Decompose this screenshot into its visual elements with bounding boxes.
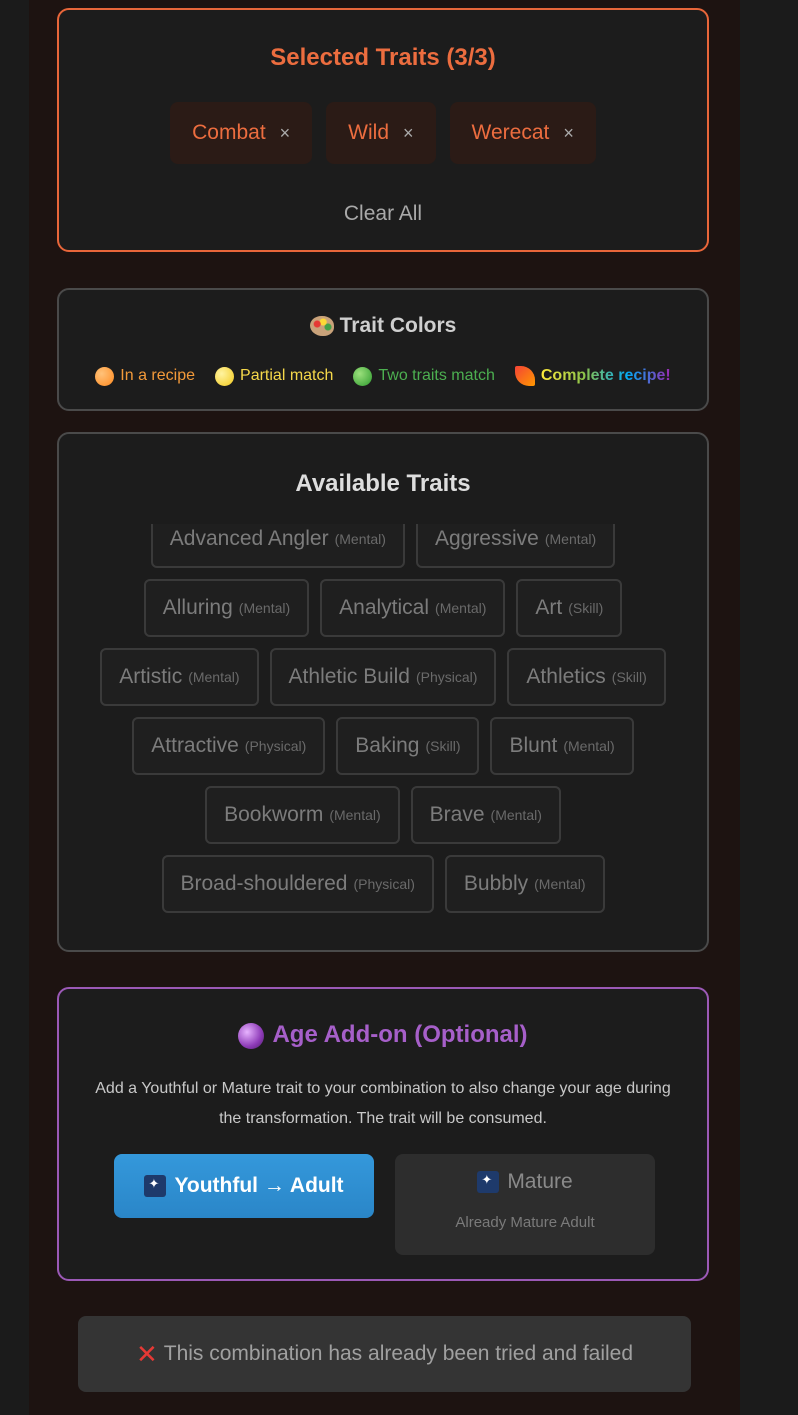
chip-label: Wild [348,121,390,144]
trait-category: (Mental) [188,669,240,685]
chip-label: Combat [192,121,266,144]
selected-chips: Combat × Wild × Werecat × [59,102,707,164]
legend-row: In a recipe Partial match Two traits mat… [59,366,707,386]
trait-button[interactable]: Brave (Mental) [410,786,561,844]
trait-name: Athletics [526,665,606,688]
selected-chip-werecat[interactable]: Werecat × [449,102,596,164]
yellow-circle-icon [215,366,235,386]
trait-name: Advanced Angler [169,527,329,550]
trait-button[interactable]: Athletics (Skill) [507,648,666,706]
remove-icon[interactable]: × [563,123,574,144]
trait-colors-legend: Trait Colors In a recipe Partial match T… [57,288,709,411]
trait-button[interactable]: Art (Skill) [516,579,623,637]
trait-category: (Skill) [568,600,604,616]
trait-list: Advanced Angler (Mental) Aggressive (Mental… [79,524,687,913]
trait-name: Analytical [339,596,430,619]
legend-item-complete: Complete recipe! [514,366,671,386]
failed-combination-message: ✕ This combination has already been trie… [78,1316,691,1392]
trait-button[interactable]: Bookworm (Mental) [205,786,400,844]
trait-name: Athletic Build [288,665,410,688]
trait-category: (Physical) [353,876,415,892]
mature-sublabel: Already Mature Adult [455,1214,595,1231]
trait-button[interactable]: Attractive (Physical) [132,717,326,775]
trait-category: (Mental) [563,738,615,754]
night-sky-icon [477,1171,500,1193]
trait-category: (Mental) [534,876,586,892]
legend-title: Trait Colors [339,314,457,337]
trait-category: (Mental) [544,531,597,547]
trait-category: (Mental) [435,600,487,616]
legend-item-in-recipe: In a recipe [95,366,195,386]
trait-button[interactable]: Baking (Skill) [336,717,480,775]
selected-traits-panel: Selected Traits (3/3) Combat × Wild × We… [57,8,709,252]
legend-item-partial: Partial match [215,366,333,386]
trait-name: Broad-shouldered [180,872,348,895]
trait-category: (Skill) [611,669,647,685]
trait-name: Baking [355,734,420,757]
trait-category: (Mental) [490,807,542,823]
legend-item-two-traits: Two traits match [353,366,495,386]
trait-name: Attractive [151,734,239,757]
trait-button[interactable]: Artistic (Mental) [100,648,259,706]
mature-button[interactable]: Mature Already Mature Adult [395,1154,655,1255]
selected-traits-title: Selected Traits (3/3) [270,44,496,71]
trait-button[interactable]: Alluring (Mental) [143,579,310,637]
selected-chip-combat[interactable]: Combat × [170,102,313,164]
trait-category: (Mental) [238,600,291,616]
green-circle-icon [353,366,373,386]
remove-icon[interactable]: × [403,123,414,144]
age-addon-panel: Age Add-on (Optional) Add a Youthful or … [57,987,709,1281]
available-traits-panel: Available Traits Advanced Angler (Mental)… [57,432,709,952]
palette-icon [309,316,334,337]
trait-button[interactable]: Analytical (Mental) [320,579,506,637]
trait-category: (Skill) [425,738,461,754]
available-traits-title: Available Traits [295,470,471,497]
trait-name: Brave [429,803,485,826]
trait-button[interactable]: Bubbly (Mental) [444,855,605,913]
trait-name: Artistic [119,665,183,688]
remove-icon[interactable]: × [280,123,291,144]
trait-name: Art [535,596,563,619]
trait-name: Bookworm [224,803,324,826]
trait-name: Blunt [509,734,558,757]
age-addon-title: Age Add-on (Optional) [272,1021,528,1048]
selected-chip-wild[interactable]: Wild × [326,102,436,164]
orange-circle-icon [95,366,115,386]
trait-name: Alluring [162,596,233,619]
trait-category: (Mental) [334,531,386,547]
trait-button[interactable]: Advanced Angler (Mental) [150,524,405,568]
trait-category: (Physical) [244,738,307,754]
trait-category: (Mental) [329,807,381,823]
clear-all-button[interactable]: Clear All [59,202,707,226]
age-addon-description: Add a Youthful or Mature trait to your c… [95,1080,671,1127]
cross-mark-icon: ✕ [135,1338,158,1369]
trait-category: (Physical) [415,669,478,685]
night-sky-icon [144,1175,167,1197]
trait-button[interactable]: Blunt (Mental) [490,717,634,775]
trait-button[interactable]: Aggressive (Mental) [415,524,616,568]
trait-button[interactable]: Athletic Build (Physical) [269,648,497,706]
traits-scroll-area[interactable]: Advanced Angler (Mental) Aggressive (Mental… [79,524,687,924]
trait-name: Aggressive [434,527,539,550]
youthful-button[interactable]: Youthful → Adult [114,1154,374,1218]
trait-button[interactable]: Broad-shouldered (Physical) [161,855,434,913]
leaf-icon [514,366,535,386]
crystal-ball-icon [238,1022,265,1049]
chip-label: Werecat [471,121,550,144]
trait-name: Bubbly [463,872,529,895]
